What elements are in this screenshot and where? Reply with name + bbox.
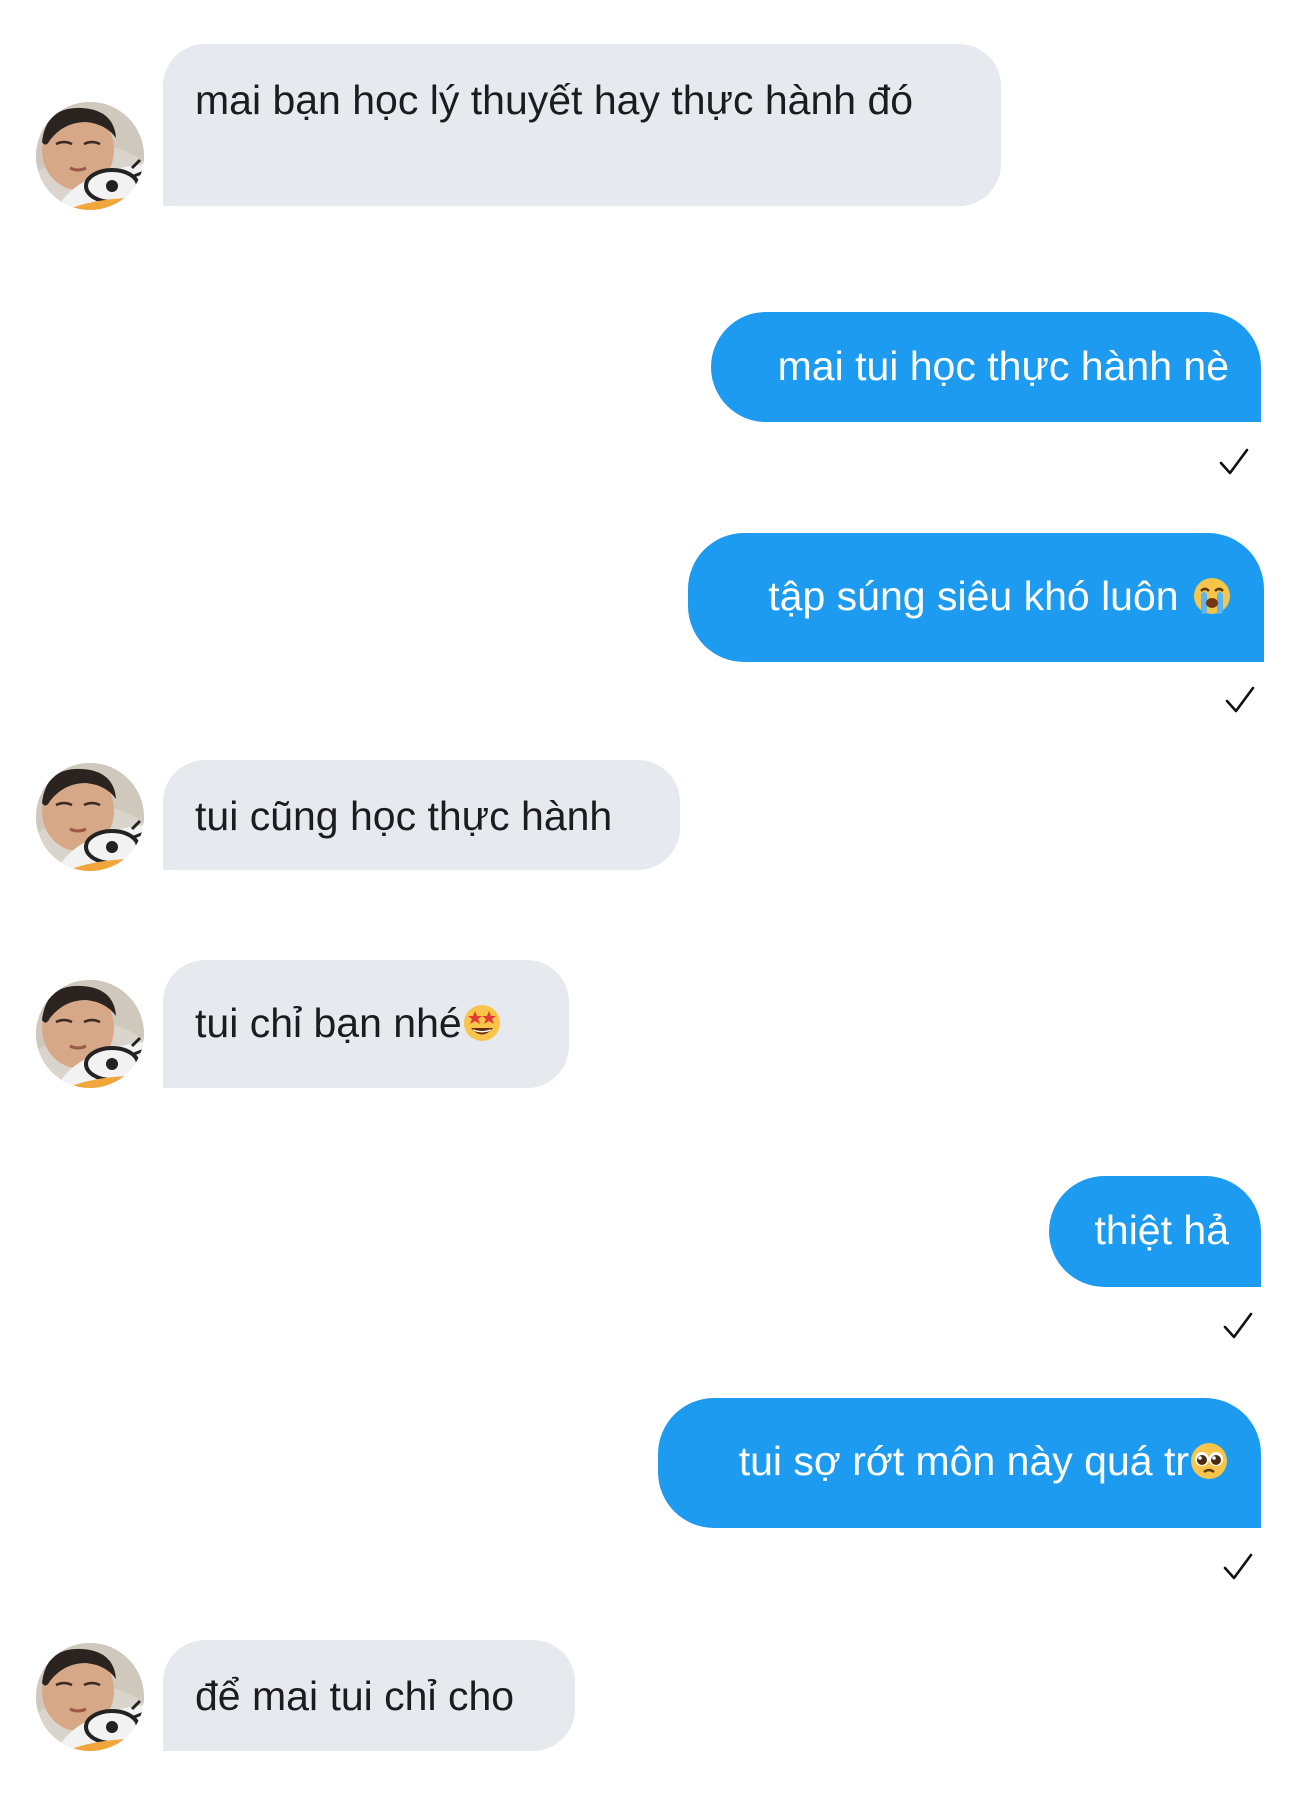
sent-check-icon [1218,447,1250,477]
message-text: tui sợ rớt môn này quá tr [738,1438,1189,1484]
message-text: tui cũng học thực hành [195,793,613,839]
outgoing-message-bubble[interactable]: mai tui học thực hành nè [711,312,1261,422]
contact-avatar[interactable] [36,1643,144,1751]
message-text: thiệt hả [1094,1207,1230,1253]
incoming-message-bubble[interactable]: để mai tui chỉ cho [163,1640,575,1751]
message-text: tập súng siêu khó luôn [768,573,1179,619]
outgoing-message-bubble[interactable]: tập súng siêu khó luôn [688,533,1264,662]
message-text: tui chỉ bạn nhé [195,1000,462,1046]
contact-avatar[interactable] [36,102,144,210]
incoming-message-bubble[interactable]: mai bạn học lý thuyết hay thực hành đó [163,44,1001,206]
star-struck-face-icon [462,1003,502,1043]
message-text: để mai tui chỉ cho [195,1673,515,1719]
sent-check-icon [1222,1311,1254,1341]
loudly-crying-face-icon [1192,576,1232,616]
pleading-face-icon [1189,1441,1229,1481]
sent-check-icon [1222,1552,1254,1582]
outgoing-message-bubble[interactable]: tui sợ rớt môn này quá tr [658,1398,1261,1528]
sent-check-icon [1224,685,1256,715]
incoming-message-bubble[interactable]: tui chỉ bạn nhé [163,960,569,1088]
chat-thread: mai bạn học lý thuyết hay thực hành đó m… [0,0,1290,1813]
message-text: mai bạn học lý thuyết hay thực hành đó [195,77,914,123]
contact-avatar[interactable] [36,980,144,1088]
message-text: mai tui học thực hành nè [777,343,1229,389]
incoming-message-bubble[interactable]: tui cũng học thực hành [163,760,680,870]
outgoing-message-bubble[interactable]: thiệt hả [1049,1176,1261,1287]
contact-avatar[interactable] [36,763,144,871]
